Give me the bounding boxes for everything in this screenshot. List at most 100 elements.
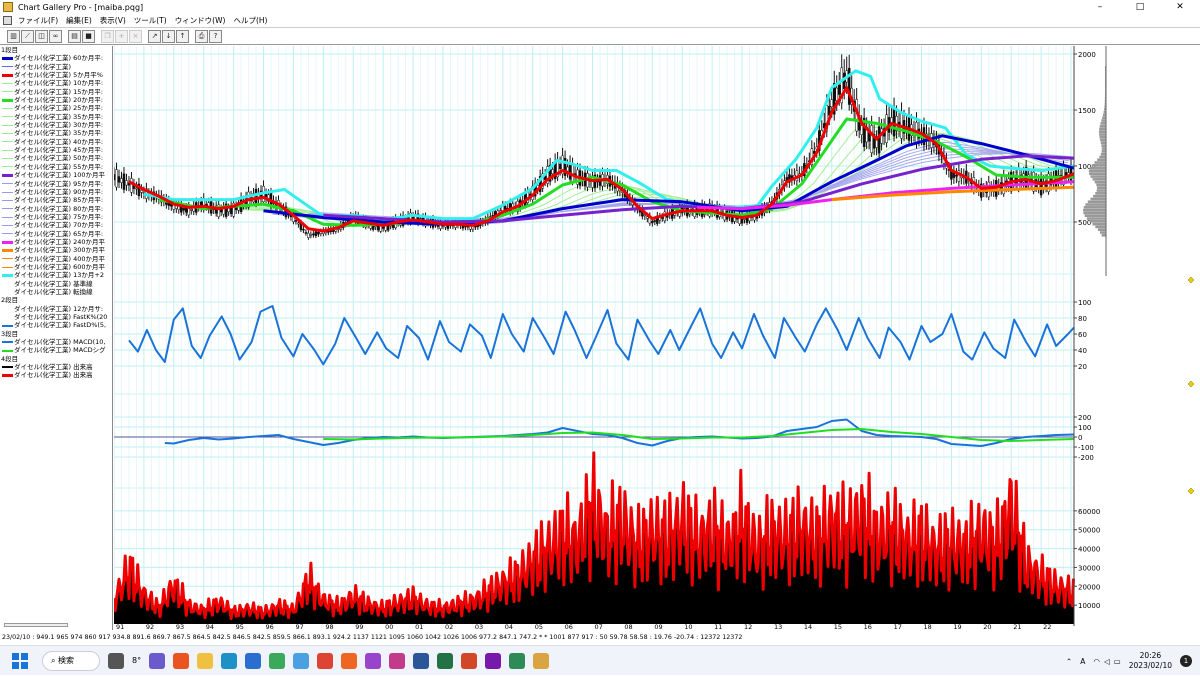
legend-item[interactable]: ダイセル(化学工業) 400か月平	[0, 255, 112, 263]
legend-item[interactable]: ダイセル(化学工業) 70か月平:	[0, 221, 112, 229]
legend-item[interactable]: ダイセル(化学工業) 300か月平	[0, 246, 112, 254]
legend-item[interactable]: ダイセル(化学工業) 30か月平:	[0, 121, 112, 129]
weather-widget[interactable]: 8°	[132, 656, 141, 665]
menu-edit[interactable]: 編集(E)	[62, 15, 96, 26]
compare-icon[interactable]: ◫	[35, 29, 48, 43]
legend-item[interactable]: ダイセル(化学工業) 20か月平:	[0, 96, 112, 104]
candle-body	[643, 214, 647, 217]
line-tool-icon[interactable]: ↗	[148, 29, 161, 43]
line-icon[interactable]: ⟋	[21, 29, 34, 43]
legend-item[interactable]: ダイセル(化学工業) 35か月平:	[0, 129, 112, 137]
legend-item[interactable]: ダイセル(化学工業) 出来高	[0, 371, 112, 379]
chart-type-icon[interactable]: ▥	[7, 29, 20, 43]
price-volume-histogram-bar	[1089, 166, 1106, 170]
open-folder-icon[interactable]: ▤	[68, 29, 81, 43]
minimize-button[interactable]: –	[1080, 0, 1120, 14]
legend-item[interactable]: ダイセル(化学工業) 240か月平	[0, 238, 112, 246]
ime-indicator[interactable]: A	[1080, 657, 1085, 666]
app-icon-purple[interactable]	[365, 652, 382, 669]
task-view-icon[interactable]	[108, 652, 124, 669]
legend-item[interactable]: ダイセル(化学工業) 90か月平:	[0, 188, 112, 196]
legend-item[interactable]: ダイセル(化学工業) FastK%(20	[0, 313, 112, 321]
menu-window[interactable]: ウィンドウ(W)	[171, 15, 230, 26]
clock[interactable]: 20:26 2023/02/10	[1129, 651, 1172, 671]
battery-icon[interactable]: ▭	[1114, 657, 1121, 666]
binoculars-icon[interactable]: ∞	[49, 29, 62, 43]
save-icon[interactable]: ■	[82, 29, 95, 43]
delete-icon[interactable]: ×	[129, 29, 142, 43]
legend-item[interactable]: ダイセル(化学工業) 基準線	[0, 280, 112, 288]
help-icon[interactable]: ?	[209, 29, 222, 43]
speaker-icon[interactable]: ◁	[1104, 657, 1110, 666]
file-explorer-icon[interactable]	[197, 652, 214, 669]
legend-item[interactable]: ダイセル(化学工業) 55か月平:	[0, 163, 112, 171]
legend-item[interactable]: ダイセル(化学工業)	[0, 63, 112, 71]
chrome-icon[interactable]	[317, 652, 334, 669]
up-arrow-icon[interactable]: ↑	[176, 29, 189, 43]
chat-icon[interactable]	[149, 652, 166, 669]
legend-swatch	[2, 258, 13, 260]
document-icon[interactable]	[3, 16, 12, 25]
menu-tools[interactable]: ツール(T)	[130, 15, 171, 26]
menu-view[interactable]: 表示(V)	[96, 15, 130, 26]
legend-item[interactable]: ダイセル(化学工業) 80か月平:	[0, 205, 112, 213]
legend-item[interactable]: ダイセル(化学工業) 75か月平:	[0, 213, 112, 221]
price-volume-histogram-bar	[1100, 231, 1106, 234]
maximize-button[interactable]: □	[1120, 0, 1160, 14]
legend-item[interactable]: ダイセル(化学工業) 13か月+2	[0, 271, 112, 279]
legend-scrollbar[interactable]	[4, 623, 68, 627]
r-app-icon[interactable]	[509, 652, 526, 669]
legend-item[interactable]: ダイセル(化学工業) 10か月平:	[0, 79, 112, 87]
legend-item[interactable]: ダイセル(化学工業) FastD%(5,	[0, 321, 112, 329]
legend-item[interactable]: ダイセル(化学工業) 95か月平:	[0, 180, 112, 188]
legend-item[interactable]: ダイセル(化学工業) 25か月平:	[0, 104, 112, 112]
taskbar-search[interactable]: ⌕ 検索	[42, 650, 100, 671]
legend-item[interactable]: ダイセル(化学工業) MACD(10,	[0, 338, 112, 346]
legend-item[interactable]: ダイセル(化学工業) 12か月サ:	[0, 305, 112, 313]
add-icon[interactable]: +	[115, 29, 128, 43]
stoch-axis-tick-label: 40	[1078, 347, 1087, 355]
copy-icon[interactable]: ❐	[101, 29, 114, 43]
price-volume-histogram-bar	[1092, 222, 1106, 226]
macd-axis-tick-label: 200	[1078, 414, 1091, 422]
down-arrow-icon[interactable]: ↓	[162, 29, 175, 43]
legend-item[interactable]: ダイセル(化学工業) 40か月平:	[0, 138, 112, 146]
chart-area[interactable]: 500 1000 1500 2000 20 40 60 80 100 -200 -100 0 100 20…	[114, 46, 1200, 630]
mail-icon[interactable]	[245, 652, 262, 669]
legend-item[interactable]: ダイセル(化学工業) 5か月平%	[0, 71, 112, 79]
word-icon[interactable]	[413, 652, 430, 669]
brave-icon[interactable]	[341, 652, 358, 669]
legend-item[interactable]: ダイセル(化学工業) 60か月平:	[0, 54, 112, 62]
chart-gallery-icon[interactable]	[533, 652, 550, 669]
legend-item[interactable]: ダイセル(化学工業) 45か月平:	[0, 146, 112, 154]
app-icon-magenta[interactable]	[389, 652, 406, 669]
wifi-icon[interactable]: ◠	[1093, 657, 1100, 666]
onenote-icon[interactable]	[485, 652, 502, 669]
line-app-icon[interactable]	[269, 652, 286, 669]
start-icon[interactable]	[12, 652, 28, 669]
legend-swatch	[2, 191, 13, 193]
chevron-up-icon[interactable]: ⌃	[1066, 657, 1072, 666]
legend-item[interactable]: ダイセル(化学工業) 50か月平:	[0, 154, 112, 162]
globe-icon[interactable]	[293, 652, 310, 669]
legend-item[interactable]: ダイセル(化学工業) 15か月平:	[0, 88, 112, 96]
legend-item[interactable]: ダイセル(化学工業) 35か月平:	[0, 113, 112, 121]
notification-badge[interactable]: 1	[1180, 655, 1192, 667]
print-icon[interactable]: ⎙	[195, 29, 208, 43]
legend-item[interactable]: ダイセル(化学工業) 600か月平	[0, 263, 112, 271]
legend-swatch	[2, 248, 13, 252]
legend-item[interactable]: ダイセル(化学工業) 65か月平:	[0, 230, 112, 238]
menu-help[interactable]: ヘルプ(H)	[229, 15, 271, 26]
legend-item[interactable]: ダイセル(化学工業) MACDシグ	[0, 346, 112, 354]
legend-item[interactable]: ダイセル(化学工業) 出来高	[0, 363, 112, 371]
excel-icon[interactable]	[437, 652, 454, 669]
candle-body	[227, 208, 230, 212]
edge-icon[interactable]	[221, 652, 238, 669]
menu-file[interactable]: ファイル(F)	[14, 15, 62, 26]
powerpoint-icon[interactable]	[461, 652, 478, 669]
legend-item[interactable]: ダイセル(化学工業) 85か月平:	[0, 196, 112, 204]
music-icon[interactable]	[173, 652, 190, 669]
legend-item[interactable]: ダイセル(化学工業) 100か月平	[0, 171, 112, 179]
close-button[interactable]: ✕	[1160, 0, 1200, 14]
app-icon	[3, 2, 13, 12]
